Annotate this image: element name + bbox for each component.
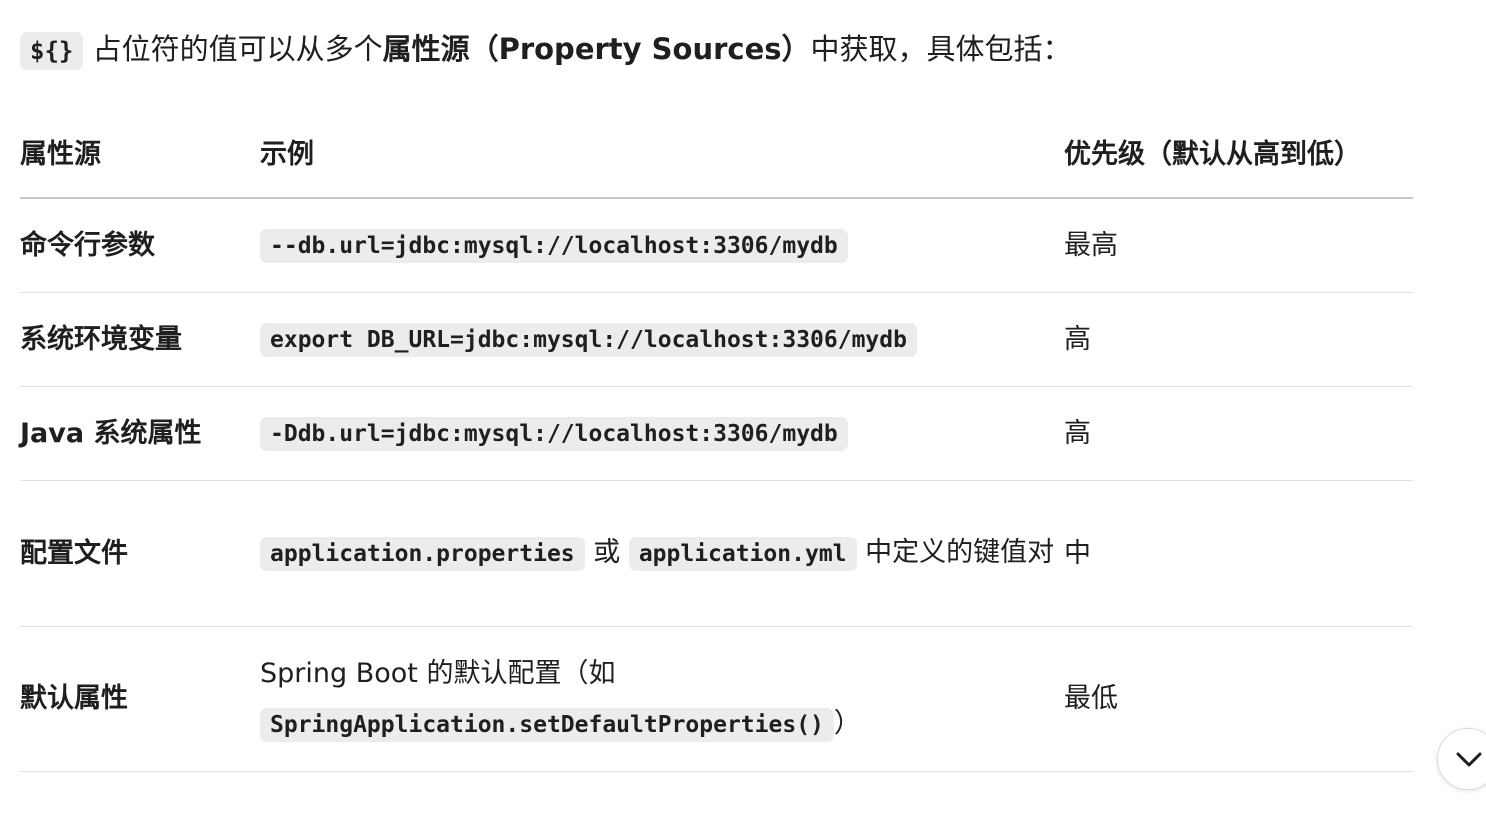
example-text: 或 xyxy=(584,537,629,568)
cell-source: 默认属性 xyxy=(20,626,260,772)
table-row: 命令行参数 --db.url=jdbc:mysql://localhost:33… xyxy=(20,198,1413,293)
example-code: SpringApplication.setDefaultProperties() xyxy=(260,707,834,742)
example-code: application.properties xyxy=(260,537,585,571)
scroll-down-button[interactable] xyxy=(1437,728,1486,790)
cell-example: Spring Boot 的默认配置（如 SpringApplication.set… xyxy=(260,626,1064,772)
table-header-row: 属性源 示例 优先级（默认从高到低） xyxy=(20,106,1413,199)
intro-bold: 属性源（Property Sources） xyxy=(382,32,811,66)
cell-example: application.properties 或 application.yml… xyxy=(260,480,1064,627)
example-code: application.yml xyxy=(628,537,857,571)
table-row: 配置文件 application.properties 或 applicatio… xyxy=(20,480,1413,627)
intro-text-after: 中获取，具体包括： xyxy=(810,32,1072,66)
intro-paragraph: ${} 占位符的值可以从多个属性源（Property Sources）中获取，具… xyxy=(20,26,1072,74)
cell-example: --db.url=jdbc:mysql://localhost:3306/myd… xyxy=(260,198,1064,293)
intro-text-before: 占位符的值可以从多个 xyxy=(83,32,383,66)
cell-priority: 最高 xyxy=(1064,198,1413,293)
chevron-down-icon xyxy=(1456,752,1482,767)
cell-source: Java 系统属性 xyxy=(20,386,260,481)
example-text: Spring Boot 的默认配置（如 xyxy=(260,657,616,689)
cell-source: 命令行参数 xyxy=(20,198,260,293)
cell-priority: 高 xyxy=(1064,386,1413,481)
table-row: 默认属性 Spring Boot 的默认配置（如 SpringApplicatio… xyxy=(20,626,1413,772)
cell-source: 系统环境变量 xyxy=(20,292,260,387)
cell-priority: 高 xyxy=(1064,292,1413,387)
header-source: 属性源 xyxy=(20,106,260,199)
page: ${} 占位符的值可以从多个属性源（Property Sources）中获取，具… xyxy=(0,0,1486,815)
example-text: ） xyxy=(833,707,861,739)
example-code: --db.url=jdbc:mysql://localhost:3306/myd… xyxy=(260,229,848,263)
cell-priority: 最低 xyxy=(1064,626,1413,772)
placeholder-code: ${} xyxy=(20,32,84,70)
table-row: 系统环境变量 export DB_URL=jdbc:mysql://localh… xyxy=(20,292,1413,387)
table-row: Java 系统属性 -Ddb.url=jdbc:mysql://localhos… xyxy=(20,386,1413,481)
header-example: 示例 xyxy=(260,106,1064,199)
cell-example: -Ddb.url=jdbc:mysql://localhost:3306/myd… xyxy=(260,386,1064,481)
example-text: 中定义的键值对 xyxy=(856,537,1055,568)
header-priority: 优先级（默认从高到低） xyxy=(1064,106,1413,199)
example-code: export DB_URL=jdbc:mysql://localhost:330… xyxy=(260,323,917,357)
cell-priority: 中 xyxy=(1064,480,1413,627)
example-code: -Ddb.url=jdbc:mysql://localhost:3306/myd… xyxy=(260,417,848,451)
property-sources-table: 属性源 示例 优先级（默认从高到低） 命令行参数 --db.url=jdbc:m… xyxy=(20,106,1413,772)
cell-example: export DB_URL=jdbc:mysql://localhost:330… xyxy=(260,292,1064,387)
cell-source: 配置文件 xyxy=(20,480,260,627)
